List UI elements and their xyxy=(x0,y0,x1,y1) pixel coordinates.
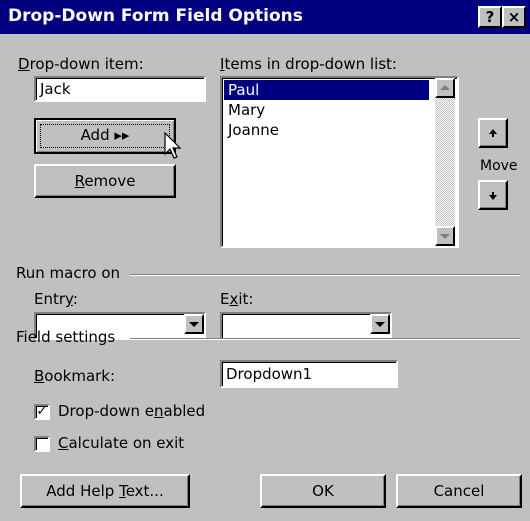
calculate-text: alculate on exit xyxy=(68,434,185,452)
add-button-focus-rect xyxy=(40,124,170,148)
dropdown-enabled-text-1: Drop-down e xyxy=(58,402,154,420)
scroll-up-icon xyxy=(440,85,450,90)
add-button[interactable]: Add ▸▸ xyxy=(34,118,176,154)
exit-label-text-2: it: xyxy=(238,290,254,308)
window-title: Drop-Down Form Field Options xyxy=(8,6,303,26)
add-help-text-text-2: ext... xyxy=(125,482,164,500)
items-listbox[interactable]: Paul Mary Joanne xyxy=(220,76,459,248)
cancel-button[interactable]: Cancel xyxy=(396,474,522,508)
add-help-text-text-1: Add Help xyxy=(46,482,120,500)
add-help-text-accel: T xyxy=(119,482,126,500)
bookmark-input[interactable]: Dropdown1 xyxy=(220,360,398,388)
arrow-up-icon xyxy=(489,129,497,137)
dropdown-item-label-accel: D xyxy=(18,55,30,73)
exit-label: Exit: xyxy=(220,290,253,308)
chevron-down-icon xyxy=(375,322,385,327)
entry-dropdown-button[interactable] xyxy=(184,314,204,334)
list-scrollbar[interactable] xyxy=(435,78,455,246)
check-icon: ✓ xyxy=(36,404,48,419)
dropdown-enabled-checkbox[interactable]: ✓ xyxy=(34,404,50,420)
calculate-on-exit-checkbox[interactable] xyxy=(34,436,50,452)
dropdown-enabled-accel: n xyxy=(153,402,164,420)
remove-button-label: emove xyxy=(84,172,136,190)
close-button[interactable]: × xyxy=(502,6,526,28)
run-macro-divider xyxy=(130,274,520,276)
move-label: Move xyxy=(480,158,518,174)
list-item[interactable]: Paul xyxy=(224,80,429,100)
bookmark-label-text: ookmark: xyxy=(44,367,116,385)
entry-label-text: Entr xyxy=(34,290,66,308)
scroll-down-icon xyxy=(440,234,450,239)
ok-button-label: OK xyxy=(312,482,334,500)
move-down-button[interactable] xyxy=(478,180,508,210)
title-bar: Drop-Down Form Field Options ? × xyxy=(0,0,530,34)
dropdown-enabled-label[interactable]: Drop-down enabled xyxy=(58,402,205,420)
field-settings-divider xyxy=(130,338,520,340)
arrow-down-icon xyxy=(489,192,497,200)
entry-label: Entry: xyxy=(34,290,78,308)
dropdown-item-value: Jack xyxy=(40,80,71,98)
remove-button-accel: R xyxy=(74,172,85,190)
ok-button[interactable]: OK xyxy=(260,474,386,508)
mouse-pointer-icon xyxy=(164,132,182,159)
remove-button[interactable]: Remove xyxy=(34,164,176,198)
exit-dropdown-button[interactable] xyxy=(370,314,390,334)
items-list-label-text: tems in drop-down list: xyxy=(224,55,397,73)
help-button[interactable]: ? xyxy=(478,6,502,28)
dropdown-item-input[interactable]: Jack xyxy=(34,76,206,102)
scroll-down-button[interactable] xyxy=(435,226,455,246)
calculate-accel: C xyxy=(58,434,69,452)
chevron-down-icon xyxy=(189,322,199,327)
bookmark-label: Bookmark: xyxy=(34,367,115,385)
dropdown-item-label-text: rop-down item: xyxy=(29,55,144,73)
bookmark-label-accel: B xyxy=(34,367,45,385)
exit-select[interactable] xyxy=(220,312,392,340)
list-item[interactable]: Mary xyxy=(224,100,429,120)
move-up-button[interactable] xyxy=(478,118,508,148)
bookmark-value: Dropdown1 xyxy=(226,365,313,383)
scroll-up-button[interactable] xyxy=(435,78,455,98)
entry-label-colon: : xyxy=(72,290,78,308)
dropdown-item-label: Drop-down item: xyxy=(18,55,144,73)
calculate-on-exit-label[interactable]: Calculate on exit xyxy=(58,434,184,452)
entry-label-accel: y xyxy=(65,290,73,308)
list-item[interactable]: Joanne xyxy=(224,120,429,140)
run-macro-label: Run macro on xyxy=(16,264,121,282)
field-settings-label: Field settings xyxy=(16,328,116,346)
dropdown-enabled-text-2: abled xyxy=(163,402,206,420)
add-help-text-button[interactable]: Add Help Text... xyxy=(20,474,190,508)
items-list-label: Items in drop-down list: xyxy=(220,55,397,73)
cancel-button-label: Cancel xyxy=(433,482,485,500)
